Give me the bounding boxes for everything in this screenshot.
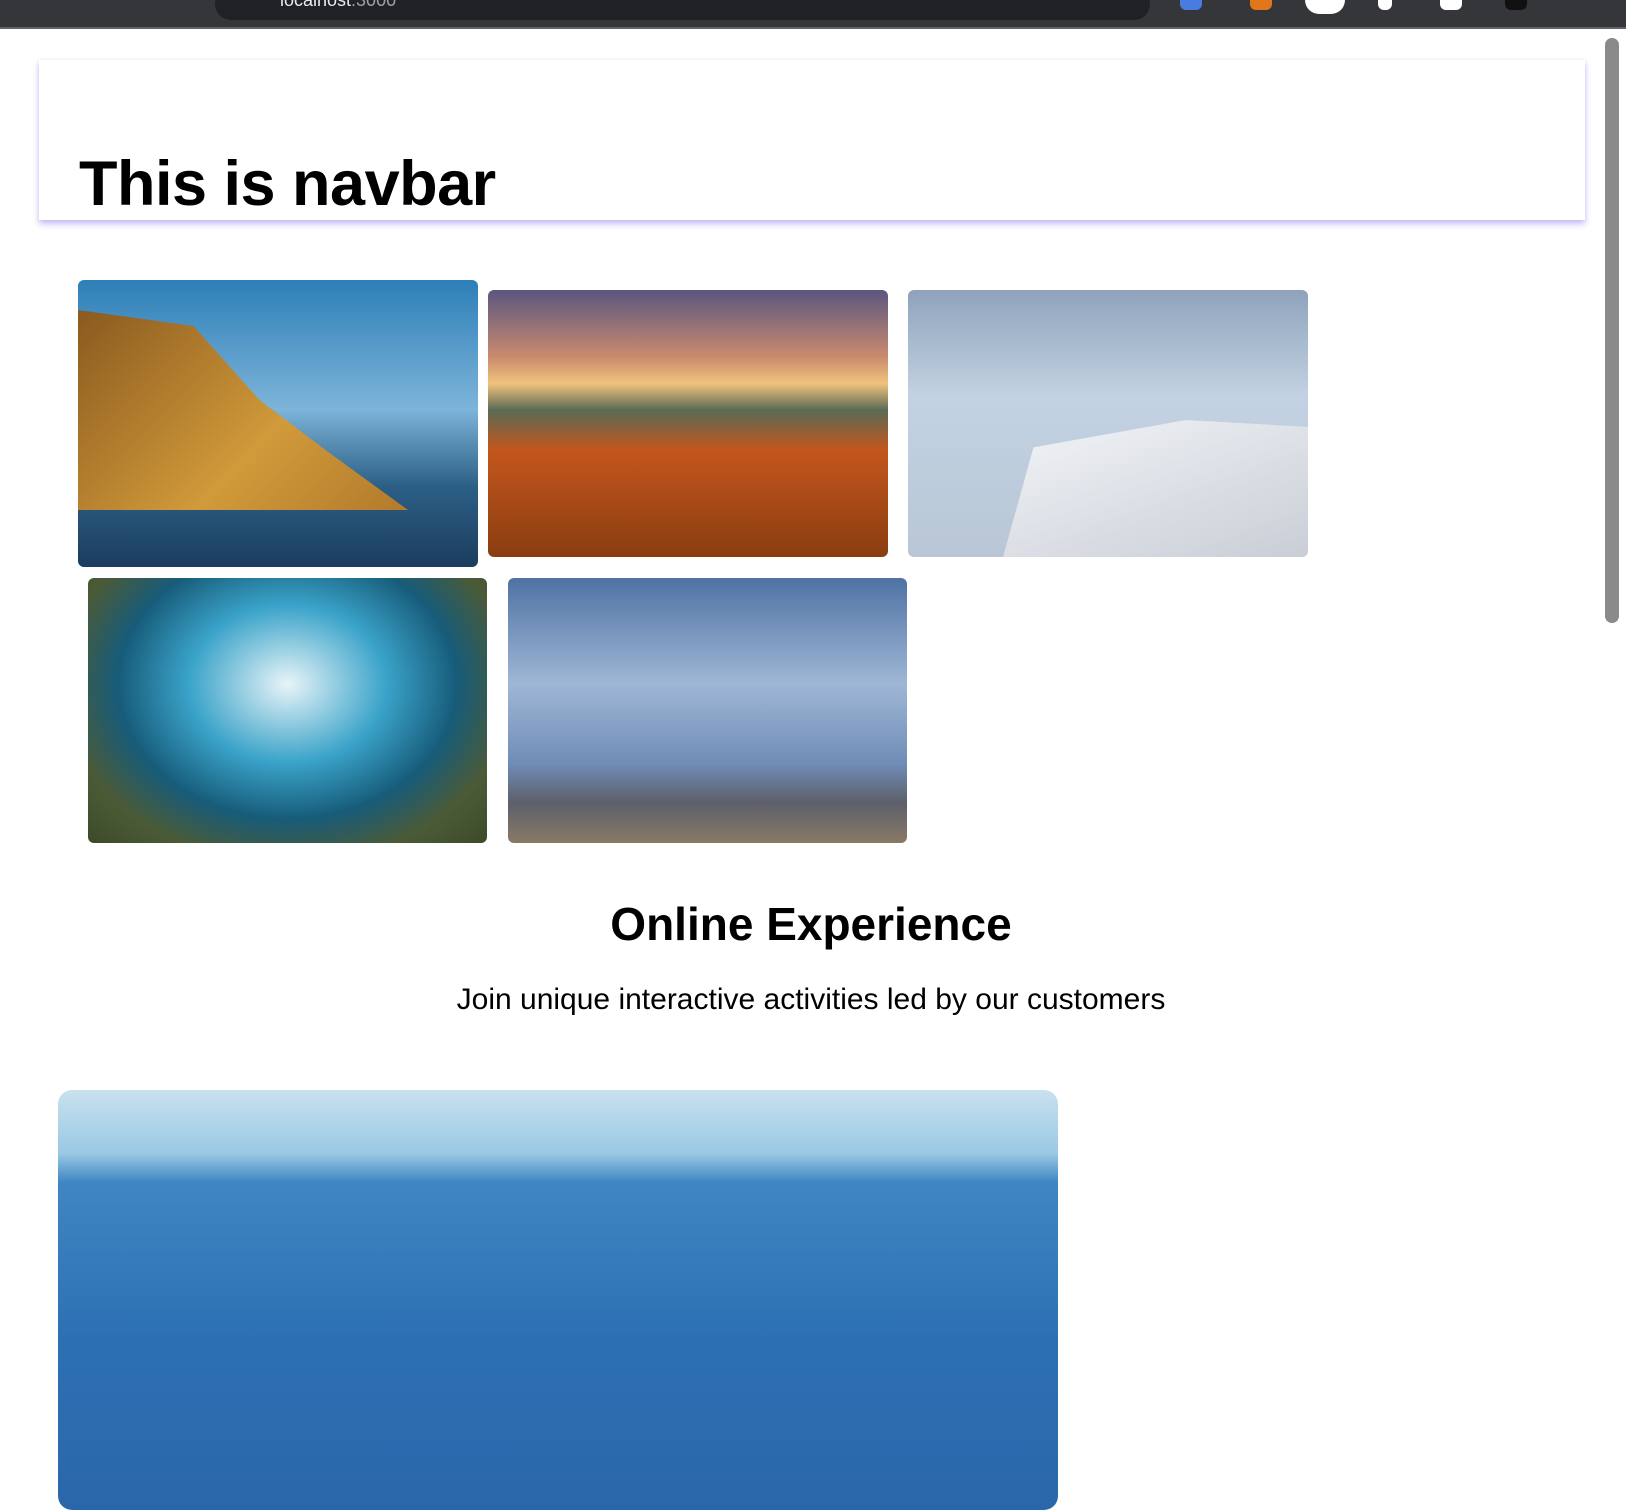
extension-icon[interactable]: [1180, 0, 1202, 10]
browser-toolbar: localhost:3000: [0, 0, 1626, 29]
section-title: Online Experience: [610, 898, 1012, 950]
hero-image-ocean: [58, 1090, 1058, 1510]
gallery-image-sea-inlet: [88, 578, 487, 843]
scrollbar[interactable]: [1605, 38, 1619, 623]
address-host: localhost: [280, 0, 352, 10]
navbar: This is navbar: [39, 60, 1585, 220]
gallery-image-wind-turbines: [508, 578, 907, 843]
navbar-title: This is navbar: [79, 149, 496, 219]
gallery-image-puffins: [908, 290, 1308, 557]
section-subtitle: Join unique interactive activities led b…: [456, 983, 1166, 1016]
address-bar[interactable]: localhost:3000: [215, 0, 1150, 20]
gallery-image-flower-field: [488, 290, 888, 557]
gallery-image-cliff-coast: [78, 280, 478, 567]
sidepanel-icon[interactable]: [1440, 0, 1462, 10]
puzzle-icon[interactable]: [1378, 0, 1392, 10]
account-icon[interactable]: [1505, 0, 1527, 10]
metamask-icon[interactable]: [1250, 0, 1272, 10]
profile-avatar-icon[interactable]: [1305, 0, 1345, 14]
address-port: :3000: [351, 0, 397, 10]
